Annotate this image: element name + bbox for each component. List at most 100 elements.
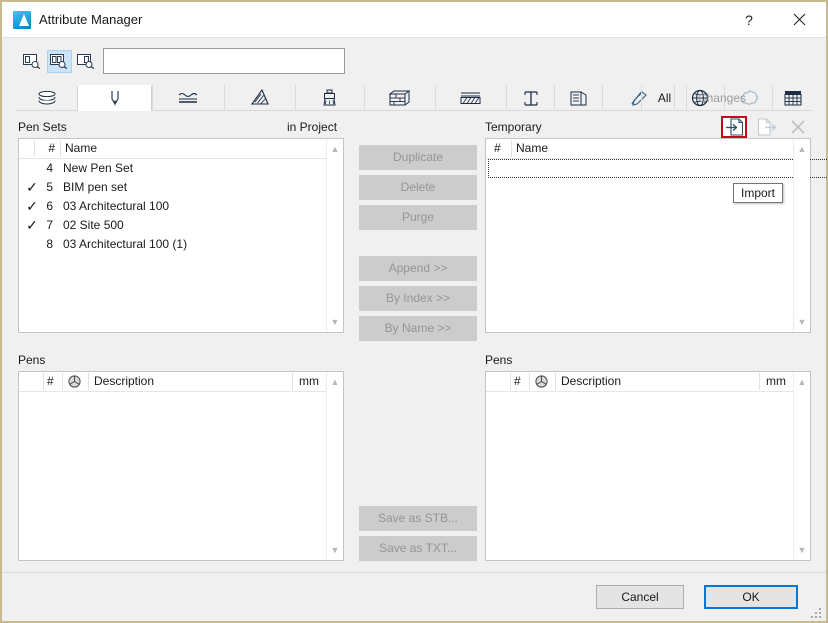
close-window-button[interactable]	[776, 2, 822, 37]
import-file-icon	[725, 118, 743, 136]
scroll-down-icon[interactable]: ▼	[794, 314, 810, 330]
row-number: 4	[46, 161, 53, 175]
cancel-button[interactable]: Cancel	[596, 585, 684, 609]
by-name-button[interactable]: By Name >>	[359, 316, 477, 341]
ok-button[interactable]: OK	[704, 585, 798, 609]
tab-profiles[interactable]	[506, 85, 554, 111]
tab-building-materials[interactable]	[16, 85, 77, 111]
tab-zone-categories[interactable]	[554, 85, 602, 111]
row-name: BIM pen set	[63, 180, 128, 194]
brick-wall-icon	[388, 90, 411, 105]
row-number: 8	[46, 237, 53, 251]
column-header-mm: mm	[766, 374, 786, 388]
window-title: Attribute Manager	[39, 12, 143, 27]
close-icon	[793, 13, 805, 26]
right-pens-list-header: # Description mm	[486, 372, 810, 392]
column-header-name: Name	[65, 141, 98, 155]
color-wheel-icon	[68, 375, 81, 388]
temporary-list-header: # Name	[486, 139, 810, 159]
left-pens-list-header: # Description mm	[19, 372, 343, 392]
search-scope-name-icon[interactable]	[20, 50, 45, 73]
dialog-content: All Changes Pen Sets in Project # Name 4…	[2, 38, 828, 621]
zone-icon	[570, 91, 586, 105]
duplicate-button[interactable]: Duplicate	[359, 145, 477, 170]
scroll-down-icon[interactable]: ▼	[794, 542, 810, 558]
dialog-footer: Cancel OK	[2, 572, 826, 621]
search-scope-index-icon[interactable]	[74, 50, 99, 73]
tab-surfaces[interactable]	[295, 85, 364, 111]
temporary-label: Temporary	[485, 120, 542, 134]
tab-pens-and-colors[interactable]	[77, 85, 152, 111]
tab-line-types[interactable]	[152, 85, 224, 111]
pen-sets-source-label: in Project	[287, 120, 338, 134]
color-wheel-icon	[535, 375, 548, 388]
stacked-hatch-icon	[460, 92, 481, 104]
import-button[interactable]	[721, 116, 747, 138]
title-bar: Attribute Manager ?	[2, 2, 826, 38]
pen-sets-list[interactable]: # Name 4 New Pen Set ✓ 5 BIM pen set ✓ 6…	[18, 138, 344, 333]
column-header-number: #	[514, 374, 521, 388]
export-file-icon	[757, 118, 776, 136]
tab-composites[interactable]	[364, 85, 435, 111]
left-pens-list[interactable]: # Description mm ▲ ▼	[18, 371, 344, 561]
archicad-icon	[13, 11, 31, 29]
close-file-button[interactable]	[785, 116, 811, 138]
column-header-number: #	[494, 141, 501, 155]
tab-fills[interactable]	[224, 85, 295, 111]
table-row[interactable]: ✓ 6 03 Architectural 100	[19, 197, 343, 216]
tab-grid-types[interactable]	[772, 85, 812, 111]
purge-button[interactable]: Purge	[359, 205, 477, 230]
scroll-down-icon[interactable]: ▼	[327, 542, 343, 558]
table-row[interactable]: ✓ 5 BIM pen set	[19, 178, 343, 197]
table-row[interactable]: 4 New Pen Set	[19, 159, 343, 178]
column-header-mm: mm	[299, 374, 319, 388]
scroll-up-icon[interactable]: ▲	[794, 141, 810, 157]
right-pens-list[interactable]: # Description mm ▲ ▼	[485, 371, 811, 561]
filter-tab-changes[interactable]: Changes	[686, 85, 757, 111]
scroll-up-icon[interactable]: ▲	[327, 374, 343, 390]
i-beam-icon	[523, 90, 538, 106]
help-button-label: ?	[745, 11, 753, 28]
resize-grip[interactable]	[810, 607, 821, 618]
row-name: New Pen Set	[63, 161, 134, 175]
search-scope-all-icon[interactable]	[47, 50, 72, 73]
by-index-button[interactable]: By Index >>	[359, 286, 477, 311]
search-input[interactable]	[103, 48, 345, 74]
save-as-txt-button[interactable]: Save as TXT...	[359, 536, 477, 561]
column-header-description: Description	[94, 374, 155, 388]
scroll-up-icon[interactable]: ▲	[794, 374, 810, 390]
temporary-scrollbar[interactable]: ▲ ▼	[793, 139, 810, 332]
scroll-up-icon[interactable]: ▲	[327, 141, 343, 157]
row-name: 02 Site 500	[63, 218, 124, 232]
left-pens-scrollbar[interactable]: ▲ ▼	[326, 372, 343, 560]
scroll-down-icon[interactable]: ▼	[327, 314, 343, 330]
row-name: 03 Architectural 100	[63, 199, 170, 213]
pen-sets-scrollbar[interactable]: ▲ ▼	[326, 139, 343, 332]
pen-sets-label: Pen Sets	[18, 120, 67, 134]
help-button[interactable]: ?	[726, 2, 772, 37]
delete-button[interactable]: Delete	[359, 175, 477, 200]
line-types-icon	[178, 92, 197, 103]
column-header-number: #	[48, 141, 55, 155]
column-header-name: Name	[516, 141, 549, 155]
layers-icon	[38, 90, 55, 105]
tab-layer-combinations[interactable]	[435, 85, 506, 111]
filter-tab-all-label: All	[657, 91, 672, 105]
import-tooltip: Import	[733, 183, 784, 203]
column-header-description: Description	[561, 374, 622, 388]
pen-sets-list-header: # Name	[19, 139, 343, 159]
filter-tab-all[interactable]: All	[641, 85, 687, 111]
right-pens-scrollbar[interactable]: ▲ ▼	[793, 372, 810, 560]
fill-hatch-icon	[250, 89, 269, 105]
export-button[interactable]	[753, 116, 779, 138]
row-number: 7	[46, 218, 53, 232]
paint-brush-icon	[323, 89, 336, 105]
temporary-list[interactable]: # Name ▲ ▼	[485, 138, 828, 333]
row-number: 5	[46, 180, 53, 194]
table-row[interactable]: 8 03 Architectural 100 (1)	[19, 235, 343, 254]
pen-icon	[110, 90, 119, 106]
save-as-stb-button[interactable]: Save as STB...	[359, 506, 477, 531]
table-row[interactable]: ✓ 7 02 Site 500	[19, 216, 343, 235]
temporary-focus-row[interactable]	[488, 159, 828, 178]
append-button[interactable]: Append >>	[359, 256, 477, 281]
